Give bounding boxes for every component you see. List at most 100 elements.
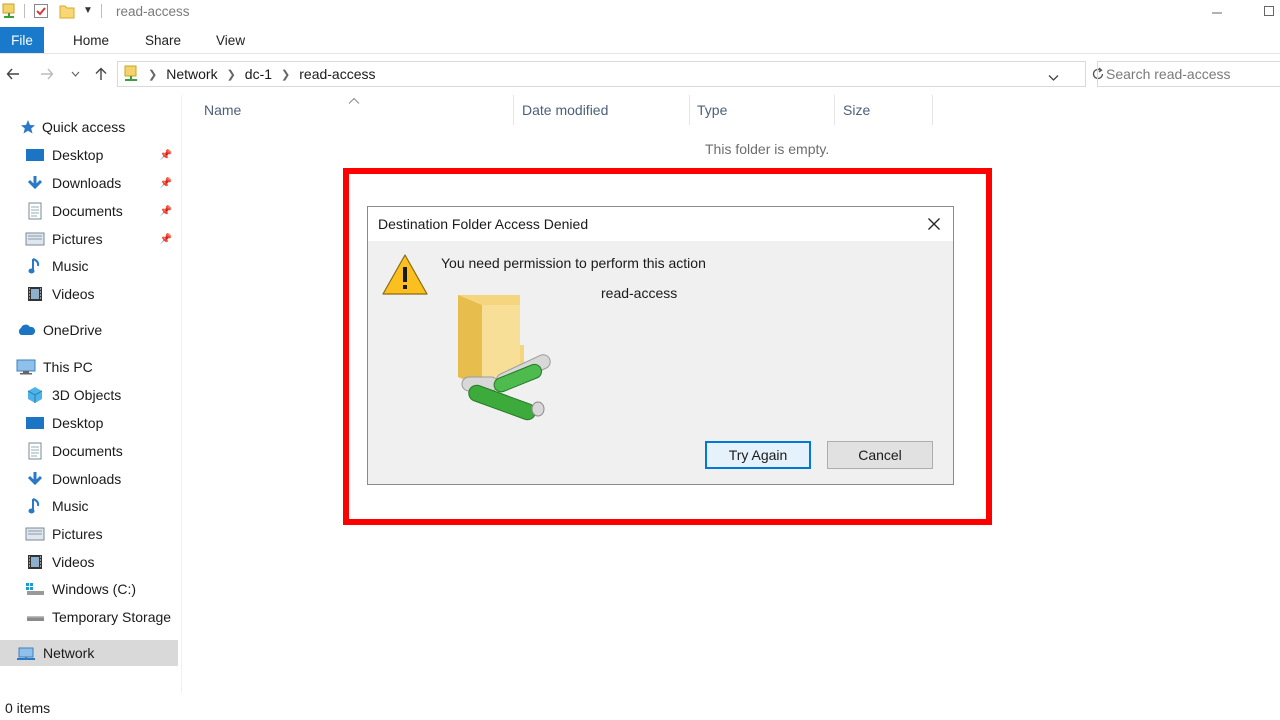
breadcrumb-dc-1[interactable]: dc-1 (245, 66, 272, 82)
sidebar-item-label: Documents (52, 203, 123, 219)
column-divider[interactable] (513, 95, 514, 125)
sidebar-item-videos[interactable]: Videos (0, 281, 178, 307)
sidebar-item-music[interactable]: Music (0, 253, 178, 279)
try-again-button[interactable]: Try Again (705, 441, 811, 469)
sidebar-item-downloads[interactable]: Downloads 📌 (0, 170, 178, 196)
column-divider[interactable] (689, 95, 690, 125)
dialog-message: You need permission to perform this acti… (441, 255, 706, 271)
search-input[interactable]: Search read-access (1097, 61, 1280, 87)
network-drive-icon[interactable] (2, 3, 16, 19)
sidebar-item-documents[interactable]: Documents 📌 (0, 198, 178, 224)
pin-icon[interactable]: 📌 (160, 178, 172, 189)
cloud-icon (16, 322, 36, 338)
music-icon (25, 258, 45, 274)
sidebar-item-3d-objects[interactable]: 3D Objects (0, 382, 178, 408)
sidebar-item-temporary-storage[interactable]: Temporary Storage (0, 604, 178, 630)
breadcrumb-chevron-icon: ❯ (148, 68, 158, 81)
column-header-date-modified[interactable]: Date modified (522, 95, 608, 125)
tab-share[interactable]: Share (145, 27, 181, 53)
maximize-button[interactable] (1258, 0, 1280, 22)
sidebar-item-label: Desktop (52, 147, 104, 163)
sidebar-item-onedrive[interactable]: OneDrive (0, 317, 178, 343)
column-header-size[interactable]: Size (843, 95, 870, 125)
sidebar-item-videos-pc[interactable]: Videos (0, 549, 178, 575)
address-dropdown-icon[interactable] (1048, 69, 1059, 85)
new-folder-icon[interactable] (59, 3, 75, 19)
sort-ascending-icon (348, 92, 360, 108)
videos-icon (25, 554, 45, 570)
sidebar-item-label: Quick access (42, 119, 126, 135)
sidebar-item-desktop[interactable]: Desktop 📌 (0, 142, 178, 168)
network-icon (16, 645, 36, 661)
quick-access-toolbar: ▼ (0, 0, 110, 22)
title-bar: ▼ read-access (0, 0, 1280, 22)
dialog-title: Destination Folder Access Denied (368, 207, 953, 241)
recent-locations-icon[interactable] (68, 60, 82, 88)
sidebar-item-label: Pictures (52, 231, 103, 247)
sidebar-item-quick-access[interactable]: Quick access (0, 114, 178, 140)
sidebar-item-documents-pc[interactable]: Documents (0, 438, 178, 464)
cancel-button[interactable]: Cancel (827, 441, 933, 469)
sidebar-item-desktop-pc[interactable]: Desktop (0, 410, 178, 436)
warning-icon (381, 253, 429, 300)
videos-icon (25, 286, 45, 302)
breadcrumb-network[interactable]: Network (166, 66, 217, 82)
status-item-count: 0 items (5, 700, 51, 716)
toolbar-divider (101, 4, 102, 18)
address-bar[interactable]: ❯ Network ❯ dc-1 ❯ read-access (117, 61, 1104, 87)
documents-icon (25, 202, 45, 220)
pin-icon[interactable]: 📌 (160, 206, 172, 217)
tab-home[interactable]: Home (73, 27, 109, 53)
sidebar-item-this-pc[interactable]: This PC (0, 354, 178, 380)
network-folder-icon (442, 291, 556, 424)
drive-icon (25, 609, 45, 625)
sidebar-item-pictures[interactable]: Pictures 📌 (0, 226, 178, 252)
sidebar-item-label: Music (52, 498, 89, 514)
sidebar-item-label: OneDrive (43, 322, 103, 338)
drive-icon (25, 581, 45, 597)
music-icon (25, 498, 45, 514)
minimize-button[interactable] (1200, 0, 1234, 22)
sidebar-item-label: Network (43, 645, 95, 661)
sidebar-item-pictures-pc[interactable]: Pictures (0, 521, 178, 547)
empty-folder-message: This folder is empty. (705, 141, 830, 157)
pictures-icon (25, 526, 45, 542)
properties-icon[interactable] (33, 3, 49, 19)
access-denied-dialog: Destination Folder Access Denied You nee… (367, 206, 954, 485)
tab-file[interactable]: File (0, 27, 44, 53)
star-icon (19, 119, 37, 135)
window-title: read-access (116, 3, 190, 19)
3d-objects-icon (25, 387, 45, 403)
pin-icon[interactable]: 📌 (160, 150, 172, 161)
dialog-folder-name: read-access (601, 285, 678, 301)
column-divider[interactable] (932, 95, 933, 125)
close-icon[interactable] (923, 213, 945, 235)
customize-toolbar-icon[interactable]: ▼ (83, 3, 93, 19)
sidebar-item-downloads-pc[interactable]: Downloads (0, 466, 178, 492)
sidebar-item-windows-c[interactable]: Windows (C:) (0, 576, 178, 602)
sidebar-item-label: Videos (52, 286, 95, 302)
up-button[interactable] (90, 60, 112, 88)
sidebar-item-label: Windows (C:) (52, 581, 137, 597)
ribbon-tabs: File Home Share View (0, 27, 1280, 54)
pictures-icon (25, 231, 45, 247)
breadcrumb-chevron-icon: ❯ (281, 68, 291, 81)
sidebar-item-network[interactable]: Network (0, 640, 178, 666)
sidebar-item-label: Documents (52, 443, 123, 459)
sidebar-item-label: Pictures (52, 526, 103, 542)
sidebar-item-label: Downloads (52, 471, 122, 487)
sidebar-item-label: 3D Objects (52, 387, 122, 403)
sidebar-item-music-pc[interactable]: Music (0, 493, 178, 519)
navigation-bar: ❯ Network ❯ dc-1 ❯ read-access Search re… (0, 60, 1280, 88)
tab-view[interactable]: View (216, 27, 245, 53)
breadcrumb-read-access[interactable]: read-access (299, 66, 375, 82)
pin-icon[interactable]: 📌 (160, 234, 172, 245)
sidebar-item-label: Desktop (52, 415, 104, 431)
sidebar-item-label: This PC (43, 359, 93, 375)
column-header-type[interactable]: Type (697, 95, 727, 125)
column-header-name[interactable]: Name (204, 95, 241, 125)
forward-button[interactable] (36, 60, 58, 88)
column-divider[interactable] (834, 95, 835, 125)
back-button[interactable] (2, 60, 24, 88)
computer-icon (16, 359, 36, 375)
